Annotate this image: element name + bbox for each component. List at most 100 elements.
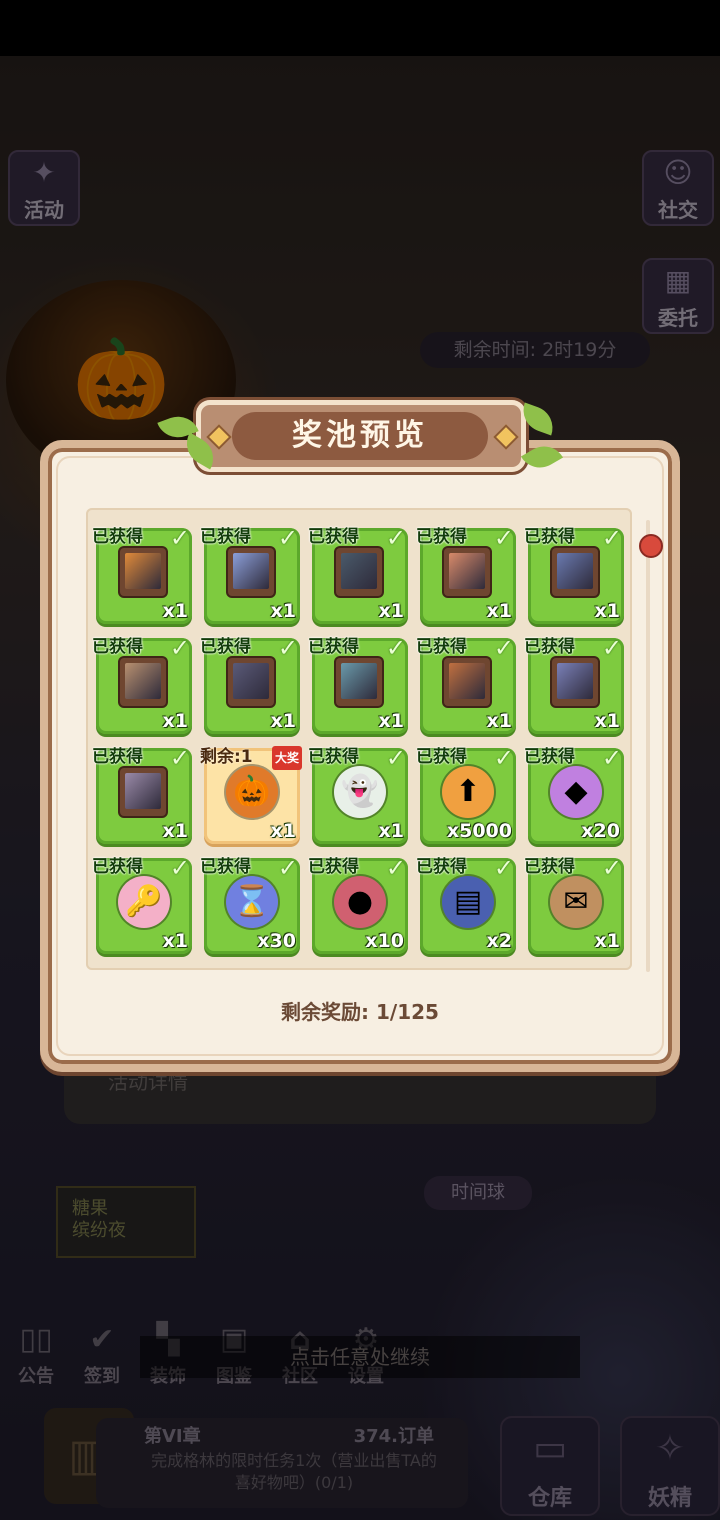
party-painting-icon: [228, 548, 274, 596]
item-quantity: x1: [270, 820, 296, 842]
obtained-label: 已获得: [524, 857, 575, 877]
obtained-label: 已获得: [92, 857, 143, 877]
prize-cell[interactable]: 已获得 ✓ x1: [416, 524, 516, 624]
prize-cell[interactable]: ⬆ 已获得 ✓ x5000: [416, 744, 516, 844]
prize-cell[interactable]: ● 已获得 ✓ x10: [308, 854, 408, 954]
painting-image: [125, 773, 161, 809]
check-icon: ✓: [601, 524, 622, 552]
obtained-label: 已获得: [200, 527, 251, 547]
obtained-label: 已获得: [200, 637, 251, 657]
check-icon: ✓: [277, 854, 298, 882]
check-icon: ✓: [493, 634, 514, 662]
item-quantity: x1: [486, 710, 512, 732]
item-quantity: x10: [365, 930, 404, 952]
prize-cell[interactable]: 👻 已获得 ✓ x1: [308, 744, 408, 844]
prize-cell[interactable]: 已获得 ✓ x1: [200, 634, 300, 734]
prize-cell[interactable]: 已获得 ✓ x1: [200, 524, 300, 624]
prize-cell[interactable]: 已获得 ✓ x1: [92, 744, 192, 844]
stone-painting-icon: [228, 658, 274, 706]
dialog-title: 奖池预览: [232, 412, 488, 460]
ticket-icon: ▤: [442, 876, 494, 928]
check-icon: ✓: [493, 524, 514, 552]
item-quantity: x1: [378, 710, 404, 732]
painting-image: [233, 663, 269, 699]
painting-image: [125, 663, 161, 699]
obtained-label: 已获得: [200, 857, 251, 877]
tower-painting-icon: [336, 658, 382, 706]
signpost-icon: ✉: [550, 876, 602, 928]
prize-cell[interactable]: 已获得 ✓ x1: [416, 634, 516, 734]
prize-cell[interactable]: 已获得 ✓ x1: [524, 524, 624, 624]
remaining-rewards: 剩余奖励: 1/125: [281, 1000, 439, 1024]
painting-image: [557, 553, 593, 589]
coin-icon: ⬆: [442, 766, 494, 818]
item-quantity: x1: [162, 710, 188, 732]
night-painting-icon: [336, 548, 382, 596]
macaron-icon: ●: [334, 876, 386, 928]
scrollbar-track[interactable]: [646, 520, 650, 972]
group-painting-icon: [120, 768, 166, 816]
grand-prize-badge: 大奖: [272, 746, 302, 770]
hourglass-icon: ⌛: [226, 876, 278, 928]
witch-painting-icon: [552, 548, 598, 596]
check-icon: ✓: [169, 744, 190, 772]
item-quantity: x2: [486, 930, 512, 952]
painting-image: [125, 553, 161, 589]
painting-image: [341, 663, 377, 699]
prize-cell[interactable]: 已获得 ✓ x1: [524, 634, 624, 734]
item-quantity: x1: [270, 600, 296, 622]
obtained-label: 已获得: [416, 527, 467, 547]
ghost-painting-icon: [552, 658, 598, 706]
obtained-label: 已获得: [416, 637, 467, 657]
check-icon: ✓: [385, 744, 406, 772]
item-quantity: x1: [162, 820, 188, 842]
obtained-label: 已获得: [92, 527, 143, 547]
obtained-label: 已获得: [92, 747, 143, 767]
check-icon: ✓: [277, 524, 298, 552]
obtained-label: 已获得: [416, 857, 467, 877]
check-icon: ✓: [169, 524, 190, 552]
prize-cell[interactable]: ▤ 已获得 ✓ x2: [416, 854, 516, 954]
item-quantity: x1: [486, 600, 512, 622]
item-quantity: x1: [594, 600, 620, 622]
check-icon: ✓: [601, 634, 622, 662]
item-quantity: x1: [270, 710, 296, 732]
item-quantity: x30: [257, 930, 296, 952]
check-icon: ✓: [493, 744, 514, 772]
prize-cell[interactable]: ⌛ 已获得 ✓ x30: [200, 854, 300, 954]
painting-image: [233, 553, 269, 589]
prize-cell[interactable]: 已获得 ✓ x1: [308, 634, 408, 734]
obtained-label: 已获得: [308, 637, 359, 657]
prize-cell[interactable]: ◆ 已获得 ✓ x20: [524, 744, 624, 844]
key-icon: 🔑: [118, 876, 170, 928]
room-painting-icon: [120, 658, 166, 706]
ghost-icon: 👻: [334, 766, 386, 818]
check-icon: ✓: [601, 744, 622, 772]
prize-cell[interactable]: 已获得 ✓ x1: [308, 524, 408, 624]
check-icon: ✓: [601, 854, 622, 882]
item-quantity: x1: [378, 820, 404, 842]
check-icon: ✓: [385, 524, 406, 552]
feast-painting-icon: [444, 548, 490, 596]
prize-cell[interactable]: 🔑 已获得 ✓ x1: [92, 854, 192, 954]
obtained-label: 已获得: [308, 527, 359, 547]
obtained-label: 已获得: [524, 527, 575, 547]
item-quantity: x1: [594, 710, 620, 732]
prize-cell[interactable]: 已获得 ✓ x1: [92, 634, 192, 734]
prize-cell[interactable]: ✉ 已获得 ✓ x1: [524, 854, 624, 954]
obtained-label: 已获得: [524, 747, 575, 767]
prize-cell[interactable]: 🎃 剩余:1 大奖 x1: [200, 746, 302, 844]
scrollbar-thumb[interactable]: [639, 534, 663, 558]
item-quantity: x1: [162, 600, 188, 622]
obtained-label: 已获得: [416, 747, 467, 767]
painting-image: [341, 553, 377, 589]
prize-cell[interactable]: 已获得 ✓ x1: [92, 524, 192, 624]
check-icon: ✓: [169, 634, 190, 662]
obtained-label: 已获得: [524, 637, 575, 657]
pumpkin-hat-icon: 🎃: [226, 766, 278, 818]
gem-icon: ◆: [550, 766, 602, 818]
status-bar: [0, 0, 720, 56]
item-quantity: x5000: [446, 820, 512, 842]
check-icon: ✓: [493, 854, 514, 882]
item-quantity: x20: [581, 820, 620, 842]
